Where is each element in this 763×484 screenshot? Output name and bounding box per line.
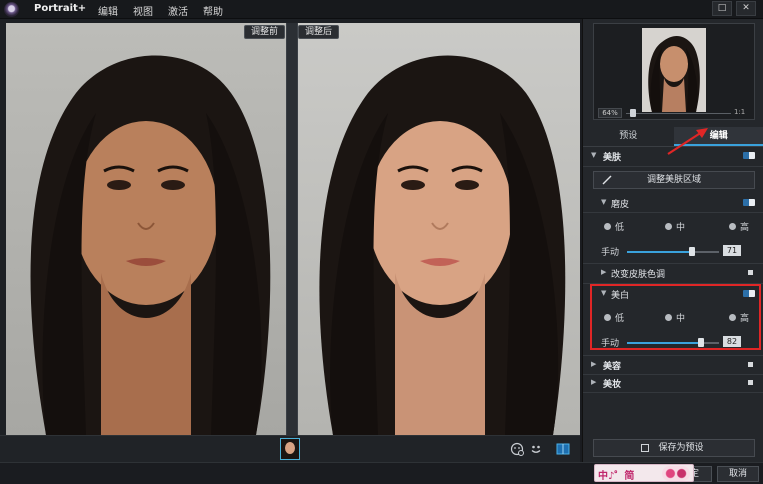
tab-presets[interactable]: 预设 [583, 127, 674, 146]
smooth-value[interactable]: 71 [723, 245, 741, 256]
smooth-mid-radio[interactable]: 中 [665, 220, 685, 233]
divider [583, 212, 763, 213]
section-face-shape[interactable]: ▶ 美容 [587, 357, 759, 373]
smooth-slider-handle[interactable] [689, 247, 695, 256]
divider [583, 392, 763, 393]
menu-bar: 编辑 视图 激活 帮助 [98, 3, 223, 18]
divider [583, 166, 763, 167]
smooth-manual-slider: 手动 71 [601, 244, 761, 258]
zoom-actual-size[interactable]: 1:1 [734, 108, 745, 116]
section-beauty-toggle[interactable] [743, 152, 755, 159]
section-beauty-label: 美肤 [603, 153, 622, 163]
section-makeup-label: 美妆 [603, 380, 622, 390]
menu-help[interactable]: 帮助 [203, 3, 223, 18]
section-smooth[interactable]: ▼ 磨皮 [587, 195, 759, 211]
menu-view[interactable]: 视图 [133, 3, 153, 18]
section-smooth-toggle[interactable] [743, 199, 755, 206]
section-skin-tone-label: 改变皮肤色调 [611, 270, 666, 280]
restore-button[interactable]: □ [712, 1, 732, 16]
navigator-thumbnail [642, 28, 706, 112]
smooth-manual-label: 手动 [601, 248, 620, 258]
after-photo [298, 23, 580, 435]
save-icon [641, 444, 649, 452]
watermark-logo: 中♪゜简 [594, 464, 694, 482]
navigator-preview[interactable]: 64% 1:1 [593, 23, 755, 120]
before-portrait-image [30, 55, 271, 435]
smooth-level-options: 低 中 高 [601, 220, 761, 234]
after-label: 调整后 [298, 25, 340, 39]
expand-arrow-icon: ▼ [601, 198, 607, 206]
section-skin-tone[interactable]: ▶ 改变皮肤色调 [587, 265, 759, 281]
save-preset-label: 保存为预设 [658, 443, 704, 453]
after-portrait-image [319, 55, 566, 435]
smooth-high-radio[interactable]: 高 [729, 220, 749, 233]
divider [583, 263, 763, 264]
menu-edit[interactable]: 编辑 [98, 3, 118, 18]
collapse-arrow-icon: ▶ [591, 378, 597, 386]
comparison-divider[interactable] [286, 23, 298, 435]
brush-icon [602, 175, 612, 185]
annotation-highlight-box [590, 284, 761, 350]
photo-thumbnail[interactable] [280, 438, 300, 460]
smooth-low-radio[interactable]: 低 [604, 220, 624, 233]
face-detect-icon[interactable] [510, 442, 524, 456]
filmstrip-bar [0, 435, 580, 462]
close-button[interactable]: ✕ [736, 1, 756, 16]
title-bar: Portrait+ 编辑 视图 激活 帮助 □ ✕ [0, 0, 763, 19]
expand-arrow-icon: ▼ [591, 151, 597, 159]
adjust-skin-area-label: 调整美肤区域 [646, 175, 701, 185]
section-smooth-label: 磨皮 [611, 200, 630, 210]
section-face-shape-toggle[interactable] [748, 362, 753, 367]
zoom-level: 64% [598, 108, 622, 118]
app-title: Portrait+ [34, 3, 87, 14]
watermark-text: 中♪゜简 [598, 471, 635, 482]
photo-comparison-area: 调整前 调整后 [0, 19, 580, 435]
section-makeup-toggle[interactable] [748, 380, 753, 385]
smile-icon[interactable] [529, 442, 543, 456]
smooth-slider-fill [627, 251, 692, 253]
split-view-icon[interactable] [556, 442, 570, 456]
adjust-skin-area-button[interactable]: 调整美肤区域 [593, 171, 755, 189]
app-logo-icon [4, 2, 19, 17]
before-label: 调整前 [244, 25, 286, 39]
flower-icon [662, 466, 690, 481]
before-photo [6, 23, 286, 435]
section-face-shape-label: 美容 [603, 362, 622, 372]
section-skin-tone-toggle[interactable] [748, 270, 753, 275]
section-makeup[interactable]: ▶ 美妆 [587, 375, 759, 391]
menu-activate[interactable]: 激活 [168, 3, 188, 18]
save-preset-button[interactable]: 保存为预设 [593, 439, 755, 457]
divider [583, 355, 763, 356]
collapse-arrow-icon: ▶ [601, 268, 607, 276]
cancel-button[interactable]: 取消 [717, 466, 759, 482]
annotation-arrow-icon [667, 128, 708, 155]
adjustment-panel: 64% 1:1 预设 编辑 ▼ 美肤 调整美肤区域 ▼ 磨皮 低 中 高 手动 … [582, 19, 763, 462]
zoom-slider-handle[interactable] [630, 109, 636, 117]
zoom-slider-track[interactable] [626, 113, 731, 114]
collapse-arrow-icon: ▶ [591, 360, 597, 368]
